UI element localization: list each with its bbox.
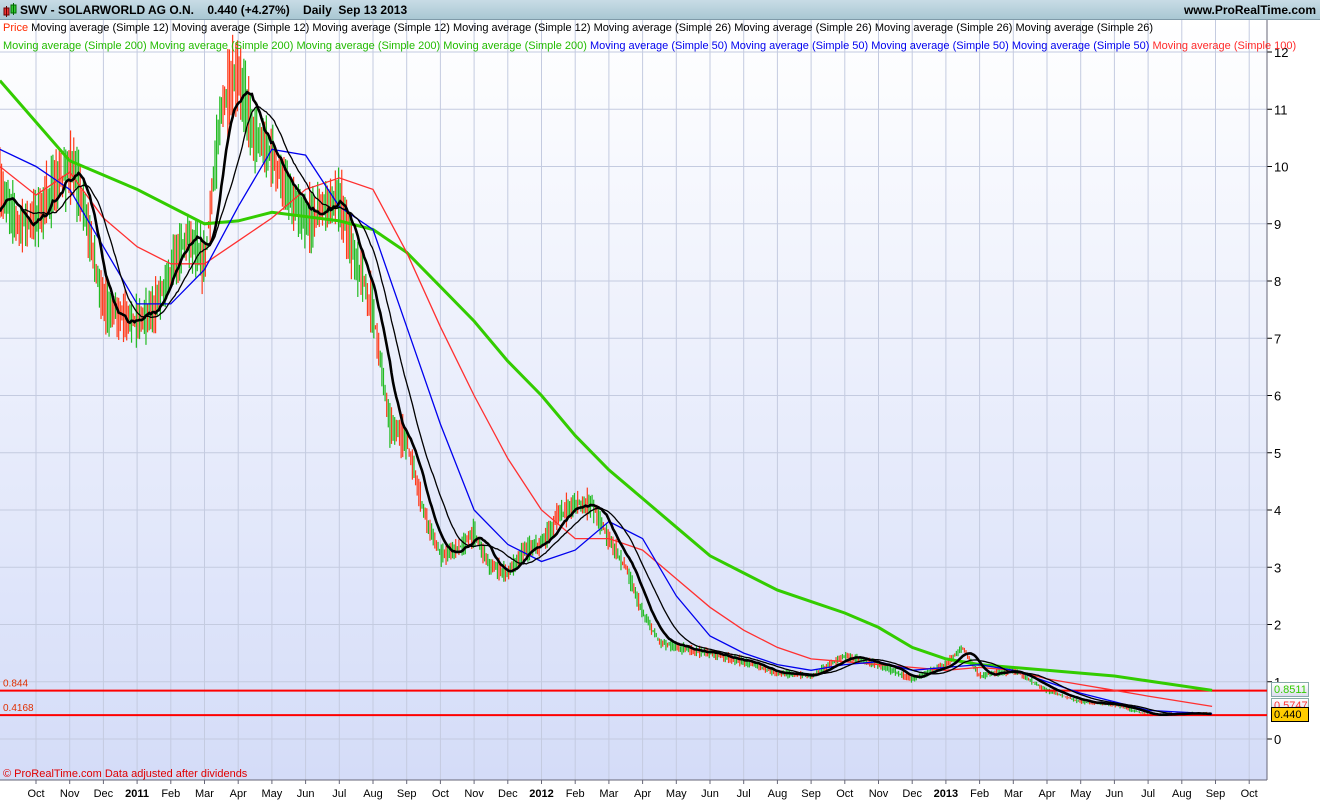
x-tick-label: Apr bbox=[1038, 788, 1055, 800]
chart-title: SWV - SOLARWORLD AG O.N. 0.440 (+4.27%) … bbox=[20, 3, 408, 17]
legend-entry[interactable]: Moving average (Simple 50) bbox=[590, 40, 731, 52]
x-tick-label: May bbox=[262, 788, 283, 800]
x-tick-label: Nov bbox=[869, 788, 889, 800]
legend-entry[interactable]: Moving average (Simple 26) bbox=[734, 22, 875, 34]
x-tick-label: Mar bbox=[599, 788, 618, 800]
legend-entry[interactable]: Moving average (Simple 26) bbox=[875, 22, 1016, 34]
level-label: 0.844 bbox=[3, 679, 28, 690]
website-link[interactable]: www.ProRealTime.com bbox=[1184, 3, 1316, 17]
x-tick-label: 2011 bbox=[125, 788, 149, 800]
title-bar: SWV - SOLARWORLD AG O.N. 0.440 (+4.27%) … bbox=[0, 0, 1320, 20]
x-tick-label: May bbox=[1070, 788, 1091, 800]
y-tick-label: 3 bbox=[1274, 560, 1281, 575]
x-tick-label: Feb bbox=[161, 788, 180, 800]
y-tick-label: 2 bbox=[1274, 618, 1281, 633]
y-tick-label: 7 bbox=[1274, 331, 1281, 346]
x-tick-label: Dec bbox=[94, 788, 114, 800]
candlestick-logo-icon bbox=[3, 3, 17, 17]
last-value-tag: 0.440 bbox=[1271, 706, 1309, 722]
x-tick-label: 2012 bbox=[529, 788, 553, 800]
plot-area bbox=[0, 20, 1267, 780]
x-tick-label: Apr bbox=[634, 788, 651, 800]
x-tick-label: Dec bbox=[902, 788, 922, 800]
legend-entry[interactable]: Moving average (Simple 12) bbox=[453, 22, 594, 34]
y-tick-label: 8 bbox=[1274, 274, 1281, 289]
x-tick-label: Sep bbox=[1206, 788, 1226, 800]
x-tick-label: Feb bbox=[566, 788, 585, 800]
x-tick-label: Sep bbox=[397, 788, 417, 800]
legend-entry[interactable]: Moving average (Simple 100) bbox=[1153, 40, 1297, 52]
legend-entry[interactable]: Moving average (Simple 12) bbox=[172, 22, 313, 34]
x-tick-label: Aug bbox=[768, 788, 788, 800]
x-tick-label: Jul bbox=[737, 788, 751, 800]
x-tick-label: Jun bbox=[297, 788, 315, 800]
price-chart[interactable]: 0123456789101112OctNovDec2011FebMarAprMa… bbox=[0, 20, 1320, 800]
legend-entry[interactable]: Moving average (Simple 200) bbox=[443, 40, 590, 52]
footer-note: © ProRealTime.com Data adjusted after di… bbox=[3, 768, 248, 780]
x-tick-label: Mar bbox=[195, 788, 214, 800]
y-tick-label: 0 bbox=[1274, 732, 1281, 747]
legend-entry[interactable]: Moving average (Simple 12) bbox=[31, 22, 172, 34]
legend-entry[interactable]: Moving average (Simple 12) bbox=[312, 22, 453, 34]
legend-entry[interactable]: Moving average (Simple 26) bbox=[1016, 22, 1154, 34]
legend-entry[interactable]: Moving average (Simple 50) bbox=[731, 40, 872, 52]
legend-entry[interactable]: Moving average (Simple 50) bbox=[871, 40, 1012, 52]
x-tick-label: Aug bbox=[363, 788, 383, 800]
y-tick-label: 11 bbox=[1274, 102, 1288, 117]
x-tick-label: Oct bbox=[836, 788, 853, 800]
y-tick-label: 6 bbox=[1274, 389, 1281, 404]
y-tick-label: 5 bbox=[1274, 446, 1281, 461]
x-tick-label: Dec bbox=[498, 788, 518, 800]
x-tick-label: Sep bbox=[801, 788, 821, 800]
x-tick-label: Jul bbox=[332, 788, 346, 800]
x-tick-label: Nov bbox=[464, 788, 484, 800]
x-tick-label: Nov bbox=[60, 788, 80, 800]
x-tick-label: Jun bbox=[1106, 788, 1124, 800]
x-tick-label: 2013 bbox=[934, 788, 958, 800]
x-tick-label: Oct bbox=[432, 788, 449, 800]
x-tick-label: Jun bbox=[701, 788, 719, 800]
level-label: 0.4168 bbox=[3, 703, 34, 714]
legend-entry[interactable]: Moving average (Simple 50) bbox=[1012, 40, 1153, 52]
legend-entry[interactable]: Moving average (Simple 200) bbox=[3, 40, 150, 52]
legend-entry[interactable]: Moving average (Simple 200) bbox=[297, 40, 444, 52]
x-tick-label: May bbox=[666, 788, 687, 800]
legend-entry[interactable]: Moving average (Simple 200) bbox=[150, 40, 297, 52]
legend-line-2: Moving average (Simple 200) Moving avera… bbox=[3, 40, 1296, 52]
last-value-tag: 0.8511 bbox=[1271, 682, 1309, 698]
x-tick-label: Oct bbox=[27, 788, 44, 800]
y-tick-label: 4 bbox=[1274, 503, 1281, 518]
legend-entry[interactable]: Moving average (Simple 26) bbox=[594, 22, 735, 34]
y-tick-label: 10 bbox=[1274, 160, 1288, 175]
x-tick-label: Aug bbox=[1172, 788, 1192, 800]
y-tick-label: 9 bbox=[1274, 217, 1281, 232]
legend-line-1: Price Moving average (Simple 12) Moving … bbox=[3, 22, 1153, 34]
x-tick-label: Apr bbox=[230, 788, 247, 800]
x-tick-label: Feb bbox=[970, 788, 989, 800]
legend-entry[interactable]: Price bbox=[3, 22, 31, 34]
x-tick-label: Oct bbox=[1241, 788, 1258, 800]
x-tick-label: Mar bbox=[1004, 788, 1023, 800]
x-tick-label: Jul bbox=[1141, 788, 1155, 800]
